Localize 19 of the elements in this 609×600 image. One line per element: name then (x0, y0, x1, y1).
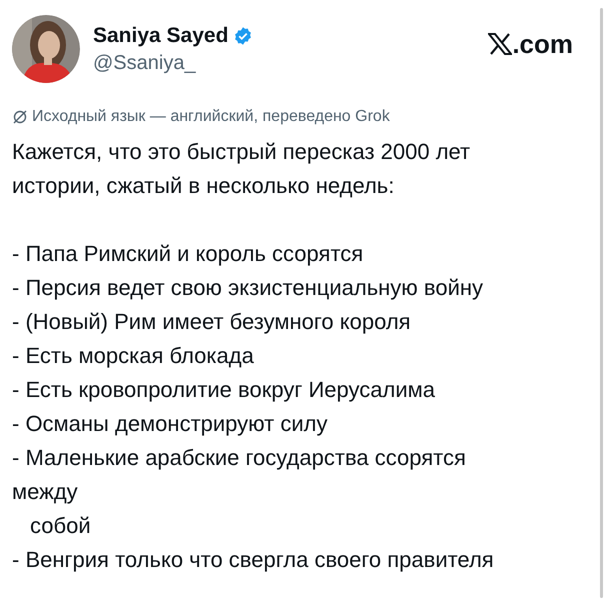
scrollbar[interactable] (600, 8, 603, 598)
tweet-text: Кажется, что это быстрый пересказ 2000 лет (12, 138, 472, 166)
author-handle: @Ssaniya_ (93, 51, 197, 76)
brand-logo: .com (488, 29, 573, 59)
tweet-text: истории, сжатый в несколько недель: (12, 172, 396, 200)
translate-icon (12, 109, 28, 125)
tweet-text: между (12, 479, 78, 504)
tweet-text: - (Новый) Рим имеет безумного короля (12, 309, 411, 334)
tweet-text: - Есть морская блокада (12, 343, 254, 368)
tweet-text: - Венгрия только что свергла своего правителя (12, 547, 494, 572)
tweet-text: - Есть кровопролитие вокруг Иерусалима (12, 377, 435, 402)
tweet-text: - Персия ведет свою экзистенциальную войну (12, 275, 484, 300)
tweet-text: - Маленькие арабские государства ссорятся (12, 445, 466, 470)
tweet-text: - Папа Римский и король ссорятся (12, 241, 364, 266)
tweet-text: собой (30, 513, 91, 538)
translation-note: Исходный язык — английский, переведено Grok (32, 107, 390, 127)
x-logo-icon (488, 33, 512, 55)
tweet-text: - Османы демонстрируют силу (12, 411, 328, 436)
author-name: Saniya Sayed (93, 23, 228, 49)
